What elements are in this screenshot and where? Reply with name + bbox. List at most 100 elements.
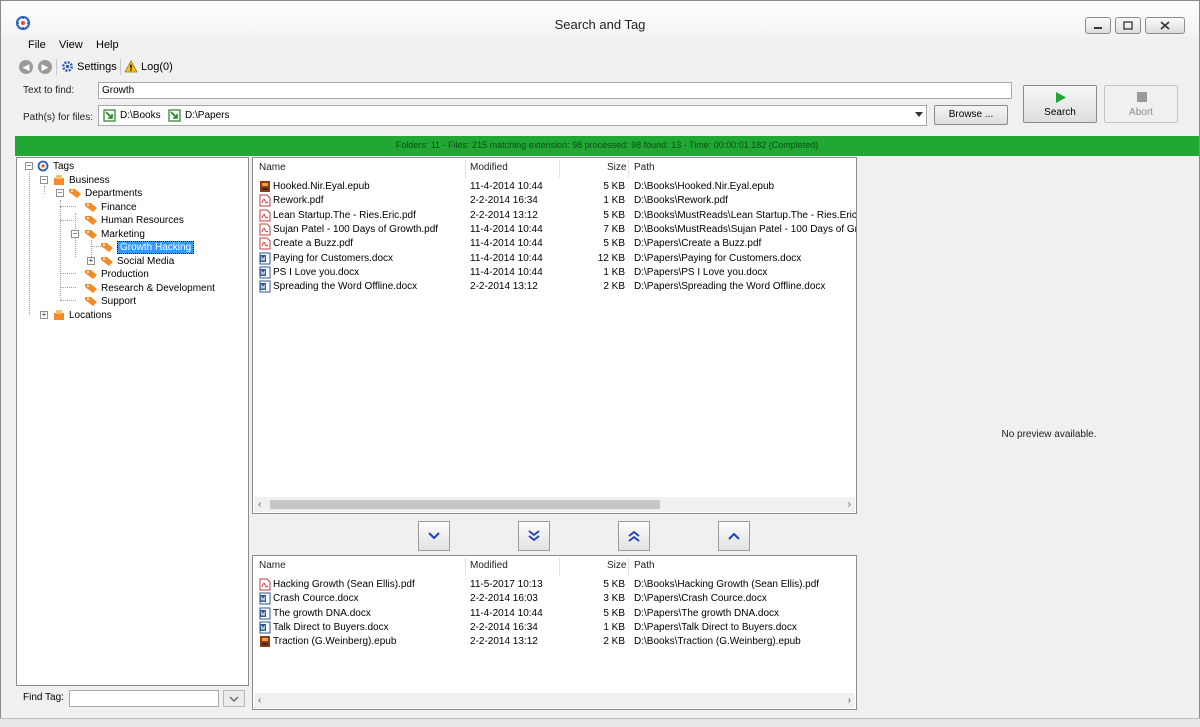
horizontal-scrollbar[interactable]: ‹ › — [254, 693, 855, 708]
tree-node-marketing[interactable]: Marketing — [84, 227, 145, 241]
warning-icon — [124, 60, 138, 73]
abort-button[interactable]: Abort — [1104, 85, 1178, 123]
move-all-up-button[interactable] — [618, 521, 650, 551]
cell-name: Paying for Customers.docx — [273, 252, 394, 264]
table-row[interactable]: Traction (G.Weinberg).epub 2-2-2014 13:12… — [257, 635, 856, 649]
move-all-down-button[interactable] — [518, 521, 550, 551]
epub-file-icon — [260, 181, 270, 192]
column-header-path[interactable]: Path — [634, 162, 655, 173]
window-controls — [1085, 17, 1185, 34]
tree-node-label: Social Media — [117, 255, 175, 267]
forward-arrow-icon[interactable]: ▶ — [38, 60, 52, 74]
menu-help[interactable]: Help — [96, 39, 119, 51]
table-row[interactable]: Paying for Customers.docx 11-4-2014 10:44… — [257, 252, 856, 266]
table-row[interactable]: Sujan Patel - 100 Days of Growth.pdf 11-4… — [257, 223, 856, 237]
word-file-icon — [259, 280, 271, 293]
scroll-right-icon[interactable]: › — [848, 499, 851, 510]
paths-label: Path(s) for files: — [23, 112, 94, 123]
column-header-name[interactable]: Name — [259, 162, 286, 173]
chevron-up-icon — [728, 532, 740, 540]
tags-root-icon — [37, 160, 49, 172]
scroll-left-icon[interactable]: ‹ — [258, 499, 261, 510]
table-row[interactable]: PS I Love you.docx 11-4-2014 10:44 1 KB D:\… — [257, 266, 856, 280]
table-row[interactable]: Hooked.Nir.Eyal.epub 11-4-2014 10:44 5 KB D… — [257, 180, 856, 194]
menu-view[interactable]: View — [59, 39, 83, 51]
cell-size: 5 KB — [603, 579, 625, 590]
tree-node-human-resources[interactable]: Human Resources — [84, 213, 184, 227]
tree-node-finance[interactable]: Finance — [84, 200, 137, 214]
toolbar-separator — [56, 59, 57, 75]
scroll-thumb[interactable] — [270, 500, 660, 509]
log-button[interactable]: Log(0) — [124, 60, 173, 73]
column-divider[interactable] — [465, 160, 466, 178]
find-tag-input[interactable] — [69, 690, 219, 707]
app-window: Search and Tag File View Help ◀ ▶ Settin… — [0, 0, 1200, 726]
results-list-bottom[interactable]: Name Modified Size Path Hacking Growth (… — [252, 555, 857, 710]
column-header-modified[interactable]: Modified — [470, 162, 508, 173]
column-divider[interactable] — [628, 558, 629, 576]
scroll-right-icon[interactable]: › — [848, 695, 851, 706]
column-header-size[interactable]: Size — [607, 560, 626, 571]
path-chip-label: D:\Books — [120, 110, 161, 121]
column-header-path[interactable]: Path — [634, 560, 655, 571]
results-list-top[interactable]: Name Modified Size Path Hooked.Nir.Eyal.… — [252, 157, 857, 514]
column-divider[interactable] — [628, 160, 629, 178]
cell-name: Create a Buzz.pdf — [273, 238, 354, 250]
back-arrow-icon[interactable]: ◀ — [19, 60, 33, 74]
table-row[interactable]: Rework.pdf 2-2-2014 16:34 1 KB D:\Books\Rew… — [257, 194, 856, 208]
horizontal-scrollbar[interactable]: ‹ › — [254, 497, 855, 512]
cell-path: D:\Papers\The growth DNA.docx — [634, 607, 780, 619]
table-row[interactable]: Create a Buzz.pdf 11-4-2014 10:44 5 KB D:\P… — [257, 237, 856, 251]
gear-icon — [62, 61, 73, 72]
maximize-button[interactable] — [1115, 17, 1141, 34]
tree-node-production[interactable]: Production — [84, 267, 149, 281]
column-header-modified[interactable]: Modified — [470, 560, 508, 571]
search-button[interactable]: Search — [1023, 85, 1097, 123]
column-divider[interactable] — [559, 160, 560, 178]
expand-toggle[interactable]: + — [40, 311, 48, 319]
collapse-toggle[interactable]: − — [56, 189, 64, 197]
table-row[interactable]: The growth DNA.docx 11-4-2014 10:44 5 KB D:… — [257, 607, 856, 621]
tree-node-research[interactable]: Research & Development — [84, 281, 215, 295]
column-divider[interactable] — [559, 558, 560, 576]
search-status-bar: Folders: 11 - Files: 215 matching extens… — [15, 136, 1199, 156]
column-header-size[interactable]: Size — [607, 162, 626, 173]
paths-combobox[interactable]: D:\Books D:\Papers — [98, 105, 927, 126]
cell-size: 5 KB — [603, 607, 625, 619]
column-divider[interactable] — [465, 558, 466, 576]
expand-toggle[interactable]: + — [87, 257, 95, 265]
table-row[interactable]: Talk Direct to Buyers.docx 2-2-2014 16:34… — [257, 621, 856, 635]
close-button[interactable] — [1145, 17, 1185, 34]
scroll-left-icon[interactable]: ‹ — [258, 695, 261, 706]
collapse-toggle[interactable]: − — [71, 230, 79, 238]
folder-icon — [103, 109, 116, 122]
find-tag-dropdown[interactable] — [223, 690, 245, 707]
table-row[interactable]: Lean Startup.The - Ries.Eric.pdf 2-2-2014… — [257, 209, 856, 223]
tree-node-tags[interactable]: Tags — [36, 159, 74, 173]
tree-node-support[interactable]: Support — [84, 294, 136, 308]
chevron-down-icon[interactable] — [915, 112, 923, 117]
move-up-button[interactable] — [718, 521, 750, 551]
tree-node-business[interactable]: Business — [52, 173, 110, 187]
tag-tree[interactable]: − Tags − Business − Departments Finance … — [16, 157, 249, 686]
cell-size: 7 KB — [603, 223, 625, 235]
collapse-toggle[interactable]: − — [25, 162, 33, 170]
tree-node-social-media[interactable]: Social Media — [100, 254, 174, 268]
minimize-button[interactable] — [1085, 17, 1111, 34]
path-chip-books[interactable]: D:\Books — [103, 109, 161, 122]
tree-node-departments[interactable]: Departments — [68, 186, 142, 200]
collapse-toggle[interactable]: − — [40, 176, 48, 184]
settings-button[interactable]: Settings — [61, 60, 117, 73]
cell-modified: 2-2-2014 16:03 — [470, 593, 538, 605]
menu-file[interactable]: File — [28, 39, 46, 51]
tree-node-locations[interactable]: Locations — [52, 308, 112, 322]
browse-button[interactable]: Browse ... — [934, 105, 1008, 125]
path-chip-papers[interactable]: D:\Papers — [168, 109, 229, 122]
table-row[interactable]: Crash Cource.docx 2-2-2014 16:03 3 KB D:\Pa… — [257, 592, 856, 606]
column-header-name[interactable]: Name — [259, 560, 286, 571]
text-to-find-input[interactable]: Growth — [98, 82, 1012, 99]
table-row[interactable]: Spreading the Word Offline.docx 2-2-2014 … — [257, 280, 856, 294]
tree-node-growth-hacking[interactable]: Growth Hacking — [100, 240, 195, 254]
move-down-button[interactable] — [418, 521, 450, 551]
table-row[interactable]: Hacking Growth (Sean Ellis).pdf 11-5-2017… — [257, 578, 856, 592]
